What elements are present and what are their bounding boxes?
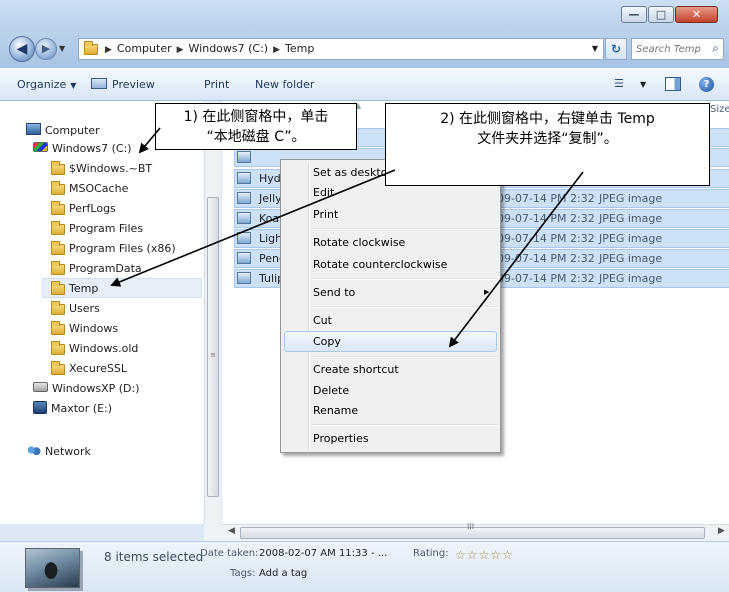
explorer-window: — □ ✕ ◀ ▶ ▼ ▶ Computer ▶ Windows7 (C:) ▶ Temp… <box>0 0 729 592</box>
arrow-to-windows7-drive <box>138 127 161 154</box>
callout-arrows <box>110 127 584 348</box>
arrow-to-copy-item <box>448 171 584 348</box>
arrow-to-temp-folder <box>110 169 396 287</box>
